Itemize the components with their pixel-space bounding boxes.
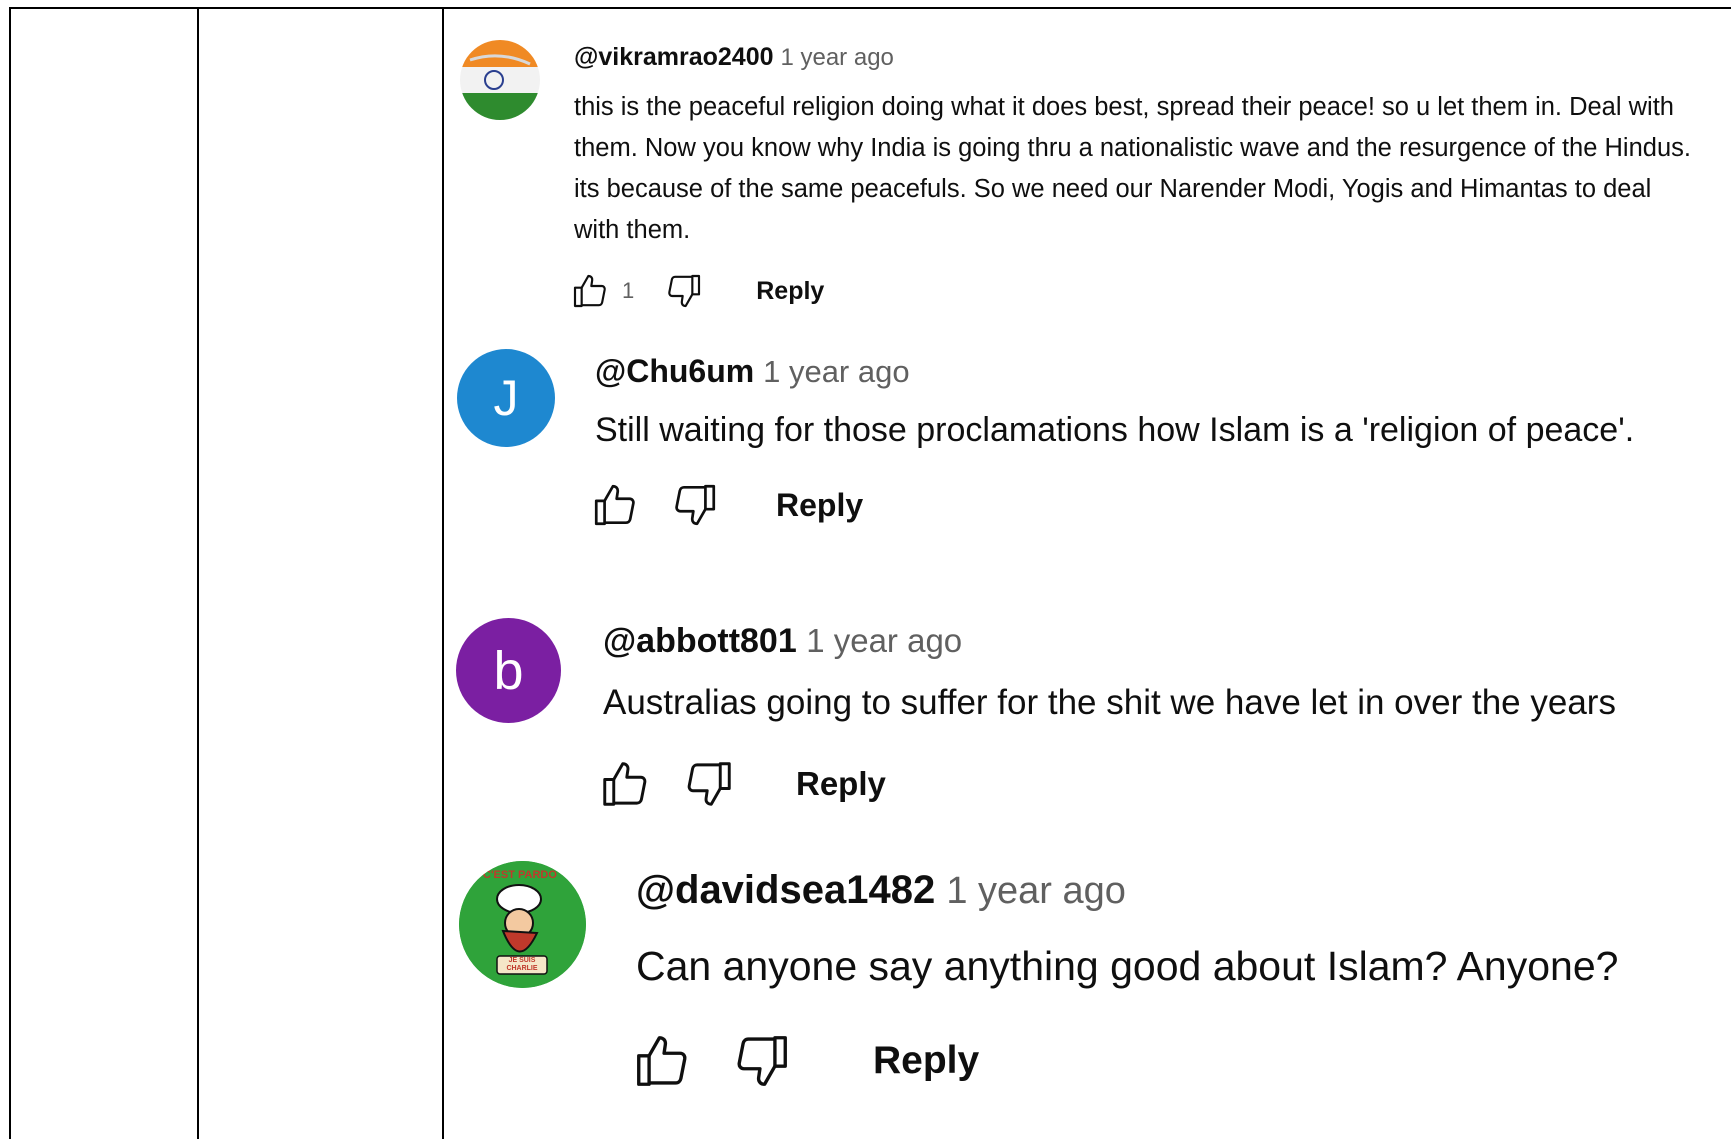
comment-text: Still waiting for those proclamations ho… [595, 411, 1635, 449]
avatar[interactable]: J [457, 349, 555, 447]
thumbs-down-icon[interactable] [664, 271, 704, 311]
comment-text: Australias going to suffer for the shit … [603, 683, 1616, 722]
avatar[interactable]: C'EST PARDO JE SUIS CHARLIE [459, 861, 586, 988]
comment-author[interactable]: @davidsea1482 [636, 868, 935, 912]
comment-timestamp[interactable]: 1 year ago [806, 622, 962, 659]
avatar[interactable] [460, 40, 540, 120]
thumbs-down-icon[interactable] [670, 480, 720, 530]
avatar-sign-text: JE SUIS CHARLIE [506, 957, 538, 972]
comment-author[interactable]: @abbott801 [603, 622, 797, 660]
table-top-border-left [9, 7, 442, 9]
thumbs-up-icon[interactable] [570, 271, 610, 311]
comment-text: Can anyone say anything good about Islam… [636, 943, 1619, 989]
comment-author[interactable]: @vikramrao2400 [574, 43, 774, 71]
comment-timestamp[interactable]: 1 year ago [780, 44, 893, 71]
thumbs-up-icon[interactable] [598, 757, 652, 811]
avatar-top-text: C'EST PARDO [483, 869, 557, 881]
avatar[interactable]: b [456, 618, 561, 723]
avatar-letter: b [493, 640, 524, 701]
thumbs-up-icon[interactable] [631, 1030, 693, 1092]
comment-author[interactable]: @Chu6um [595, 353, 754, 389]
table-column-divider-2 [442, 9, 444, 1139]
thumbs-down-icon[interactable] [731, 1030, 793, 1092]
thumbs-up-icon[interactable] [590, 480, 640, 530]
comment-timestamp[interactable]: 1 year ago [763, 354, 910, 389]
avatar-letter: J [493, 370, 519, 426]
table-top-border [411, 7, 1731, 9]
reply-button[interactable]: Reply [873, 1039, 979, 1083]
comment-text: this is the peaceful religion doing what… [574, 93, 1691, 244]
thumbs-down-icon[interactable] [682, 757, 736, 811]
reply-button[interactable]: Reply [776, 487, 863, 524]
table-left-border [9, 9, 11, 1139]
comment-timestamp[interactable]: 1 year ago [946, 870, 1126, 912]
like-count: 1 [622, 278, 635, 303]
reply-button[interactable]: Reply [796, 765, 886, 803]
india-flag-icon [460, 40, 540, 120]
table-column-divider-1 [197, 9, 199, 1139]
reply-button[interactable]: Reply [756, 277, 824, 306]
